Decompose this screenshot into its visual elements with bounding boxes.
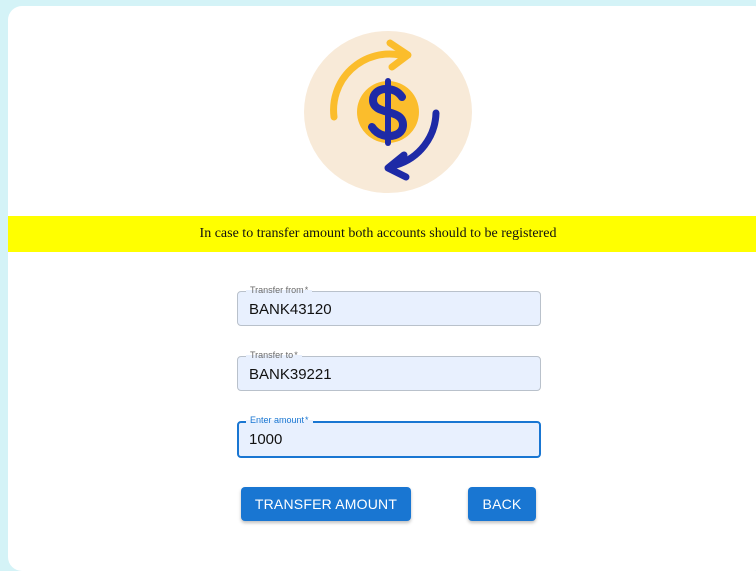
transfer-to-field[interactable]: Transfer to* [237, 349, 541, 391]
transfer-from-label-text: Transfer from [250, 285, 304, 295]
amount-label: Enter amount* [246, 414, 313, 426]
amount-label-text: Enter amount [250, 415, 305, 425]
transfer-from-field[interactable]: Transfer from* [237, 284, 541, 326]
notice-text: In case to transfer amount both accounts… [199, 226, 557, 241]
transfer-from-input[interactable] [249, 301, 529, 318]
required-mark: * [304, 285, 309, 295]
dollar-transfer-icon [304, 31, 472, 193]
transfer-to-label: Transfer to* [246, 349, 302, 361]
transfer-to-label-text: Transfer to [250, 350, 294, 360]
amount-input[interactable] [249, 431, 529, 448]
back-button[interactable]: BACK [468, 487, 536, 521]
transfer-to-input[interactable] [249, 366, 529, 383]
required-mark: * [294, 350, 298, 360]
transfer-from-label: Transfer from* [246, 284, 313, 296]
required-mark: * [305, 415, 309, 425]
amount-field[interactable]: Enter amount* [237, 414, 541, 458]
transfer-amount-button[interactable]: TRANSFER AMOUNT [241, 487, 411, 521]
